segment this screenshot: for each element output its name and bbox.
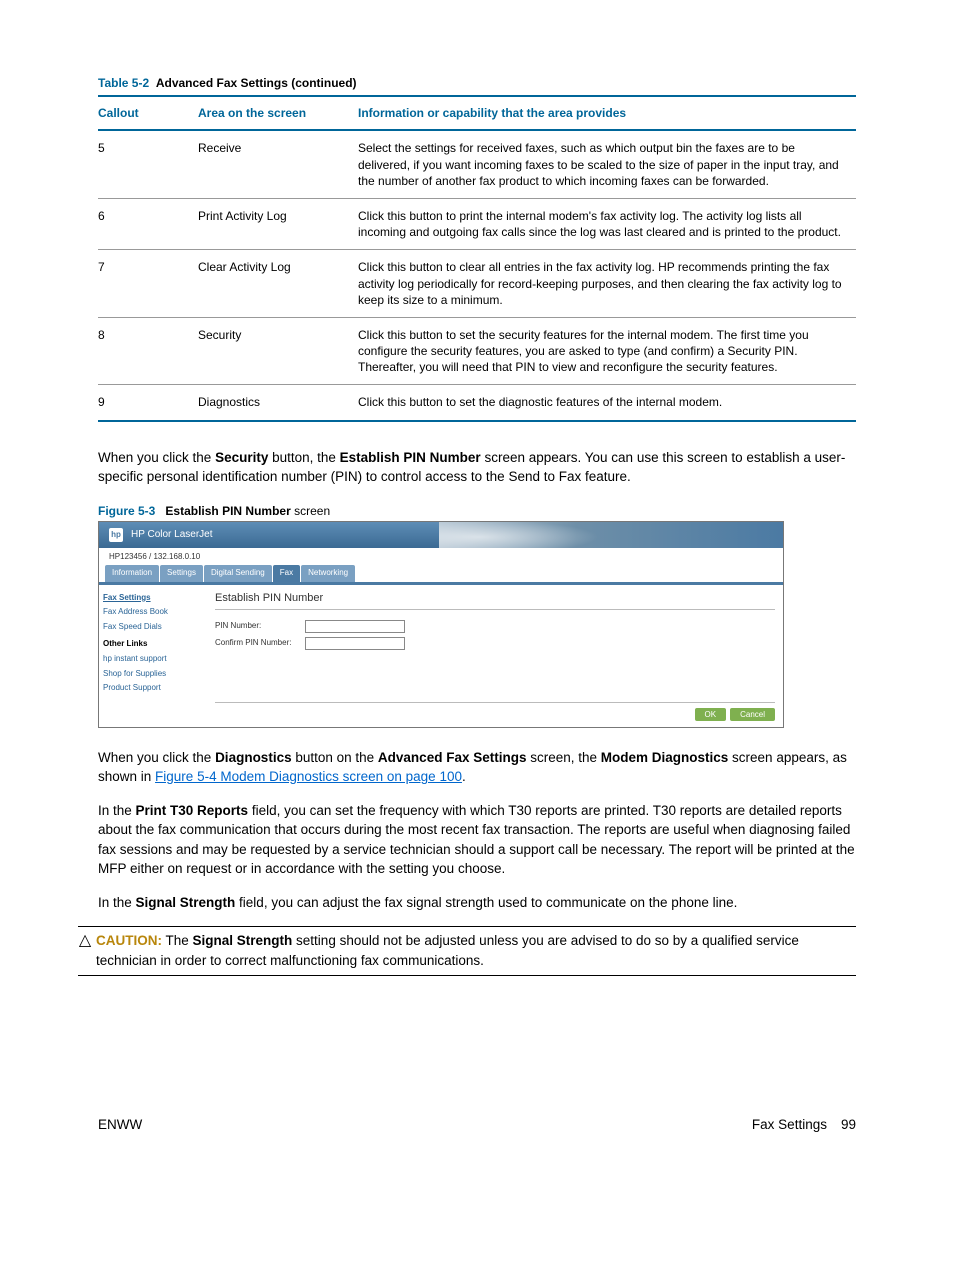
ss-main: Establish PIN Number PIN Number: Confirm… [207, 585, 783, 727]
figure-title-rest: screen [291, 504, 330, 518]
cancel-button[interactable]: Cancel [730, 708, 775, 721]
sidebar-item-instant-support[interactable]: hp instant support [103, 652, 203, 667]
cell-info: Click this button to set the diagnostic … [358, 385, 856, 421]
figure-caption: Figure 5-3 Establish PIN Number screen [98, 503, 856, 519]
cell-info: Select the settings for received faxes, … [358, 130, 856, 198]
ss-banner: hp HP Color LaserJet [99, 522, 783, 548]
tab-digital-sending[interactable]: Digital Sending [204, 565, 272, 582]
ss-address: HP123456 / 132.168.0.10 [99, 548, 783, 565]
paragraph-t30: In the Print T30 Reports field, you can … [98, 801, 856, 879]
sidebar-item-fax-speed-dials[interactable]: Fax Speed Dials [103, 620, 203, 635]
sidebar-item-fax-address-book[interactable]: Fax Address Book [103, 605, 203, 620]
table-row: 8 Security Click this button to set the … [98, 317, 856, 385]
footer-left: ENWW [98, 1116, 142, 1134]
cell-info: Click this button to print the internal … [358, 198, 856, 249]
footer-section: Fax Settings [752, 1116, 827, 1134]
pin-number-field: PIN Number: [215, 620, 775, 633]
cell-area: Clear Activity Log [198, 250, 358, 318]
footer-page: 99 [841, 1116, 856, 1134]
tab-information[interactable]: Information [105, 565, 159, 582]
table-row: 7 Clear Activity Log Click this button t… [98, 250, 856, 318]
ss-sidebar: Fax Settings Fax Address Book Fax Speed … [99, 585, 207, 727]
confirm-pin-label: Confirm PIN Number: [215, 638, 305, 649]
cell-info: Click this button to set the security fe… [358, 317, 856, 385]
sidebar-item-shop-supplies[interactable]: Shop for Supplies [103, 667, 203, 682]
modem-diagnostics-link[interactable]: Figure 5-4 Modem Diagnostics screen on p… [155, 769, 462, 784]
th-callout: Callout [98, 96, 198, 130]
sidebar-item-fax-settings[interactable]: Fax Settings [103, 591, 203, 606]
tab-settings[interactable]: Settings [160, 565, 203, 582]
confirm-pin-field: Confirm PIN Number: [215, 637, 775, 650]
page-footer: ENWW Fax Settings 99 [98, 1116, 856, 1134]
cell-area: Print Activity Log [198, 198, 358, 249]
hp-logo-icon: hp [109, 528, 123, 542]
cell-callout: 5 [98, 130, 198, 198]
caution-note: △ CAUTION: The Signal Strength setting s… [78, 926, 856, 975]
sidebar-item-product-support[interactable]: Product Support [103, 681, 203, 696]
table-caption-text: Advanced Fax Settings (continued) [152, 76, 356, 90]
table-caption-label: Table 5-2 [98, 76, 149, 90]
cell-callout: 6 [98, 198, 198, 249]
cell-info: Click this button to clear all entries i… [358, 250, 856, 318]
table-caption: Table 5-2 Advanced Fax Settings (continu… [98, 75, 856, 91]
figure-title-bold: Establish PIN Number [165, 504, 290, 518]
ss-actions: OK Cancel [215, 702, 775, 721]
tab-fax[interactable]: Fax [273, 565, 300, 582]
cell-callout: 9 [98, 385, 198, 421]
cell-callout: 7 [98, 250, 198, 318]
cell-area: Diagnostics [198, 385, 358, 421]
caution-label: CAUTION: [96, 933, 162, 948]
confirm-pin-input[interactable] [305, 637, 405, 650]
cell-area: Security [198, 317, 358, 385]
caution-body: CAUTION: The Signal Strength setting sho… [96, 931, 856, 970]
table-row: 6 Print Activity Log Click this button t… [98, 198, 856, 249]
paragraph-signal-strength: In the Signal Strength field, you can ad… [98, 893, 856, 913]
cell-area: Receive [198, 130, 358, 198]
establish-pin-screenshot: hp HP Color LaserJet HP123456 / 132.168.… [98, 521, 784, 728]
paragraph-diagnostics: When you click the Diagnostics button on… [98, 748, 856, 787]
cell-callout: 8 [98, 317, 198, 385]
th-info: Information or capability that the area … [358, 96, 856, 130]
th-area: Area on the screen [198, 96, 358, 130]
paragraph-security: When you click the Security button, the … [98, 448, 856, 487]
advanced-fax-settings-table: Callout Area on the screen Information o… [98, 95, 856, 421]
ss-heading: Establish PIN Number [215, 591, 775, 611]
table-row: 5 Receive Select the settings for receiv… [98, 130, 856, 198]
table-row: 9 Diagnostics Click this button to set t… [98, 385, 856, 421]
caution-icon: △ [78, 933, 96, 949]
printer-image [439, 522, 783, 548]
pin-number-input[interactable] [305, 620, 405, 633]
ss-banner-left: hp HP Color LaserJet [99, 522, 439, 548]
pin-number-label: PIN Number: [215, 621, 305, 632]
ss-body: Fax Settings Fax Address Book Fax Speed … [99, 582, 783, 727]
ss-tabs: Information Settings Digital Sending Fax… [99, 565, 783, 582]
tab-networking[interactable]: Networking [301, 565, 355, 582]
sidebar-other-links-header: Other Links [103, 635, 203, 652]
ss-product-title: HP Color LaserJet [131, 528, 213, 542]
ok-button[interactable]: OK [695, 708, 727, 721]
figure-label: Figure 5-3 [98, 504, 155, 518]
